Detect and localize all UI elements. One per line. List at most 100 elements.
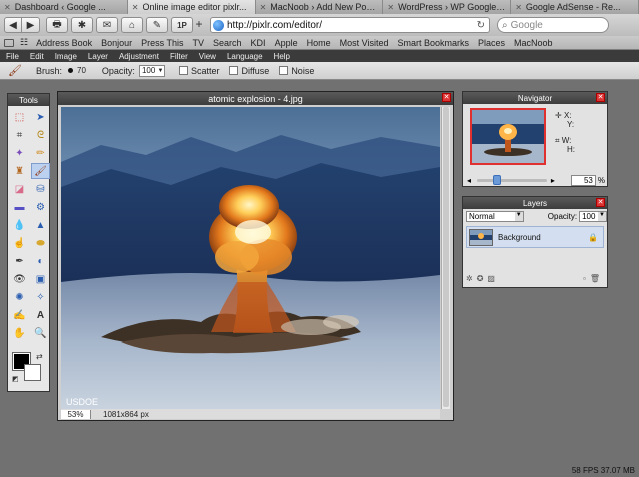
- dodge-tool-icon[interactable]: ✒: [10, 253, 29, 269]
- clone-stamp-tool-icon[interactable]: ⚙: [31, 199, 50, 215]
- browser-tab[interactable]: ✕ MacNoob › Add New Post...: [255, 0, 384, 14]
- default-colors-icon[interactable]: ◩: [12, 375, 19, 383]
- layer-opacity-select[interactable]: 100 ▼: [579, 211, 607, 222]
- browser-tab[interactable]: ✕ Google AdSense - Re...: [511, 0, 639, 14]
- browser-tab[interactable]: ✕ Dashboard ‹ Google ...: [0, 0, 128, 14]
- search-input[interactable]: ⌕ Google: [497, 17, 609, 33]
- zoom-in-icon[interactable]: ▸: [551, 176, 555, 185]
- bookmark-press-this[interactable]: Press This: [141, 38, 183, 48]
- forward-icon[interactable]: ▶: [22, 17, 40, 33]
- zoom-input[interactable]: 53: [570, 174, 596, 186]
- blur-tool-icon[interactable]: 💧: [10, 217, 29, 233]
- bookmark-macnoob[interactable]: MacNoob: [514, 38, 553, 48]
- bookmark-tv[interactable]: TV: [193, 38, 205, 48]
- settings-icon[interactable]: ✱: [71, 17, 93, 33]
- tab-close-icon[interactable]: ✕: [132, 3, 139, 12]
- crop-tool-icon[interactable]: ⌗: [10, 127, 29, 143]
- tab-close-icon[interactable]: ✕: [515, 3, 522, 12]
- layer-styles-icon[interactable]: ✲: [466, 274, 473, 283]
- menu-view[interactable]: View: [199, 52, 216, 61]
- gradient-tool-icon[interactable]: ▬: [10, 199, 29, 215]
- 1password-icon[interactable]: 1P: [171, 17, 193, 33]
- pinch-tool-icon[interactable]: ✧: [31, 289, 50, 305]
- wand-tool-icon[interactable]: ✦: [10, 145, 29, 161]
- print-icon[interactable]: 🖶: [46, 17, 68, 33]
- zoom-readout[interactable]: 53%: [61, 409, 91, 419]
- menu-help[interactable]: Help: [274, 52, 290, 61]
- home-icon[interactable]: ⌂: [121, 17, 143, 33]
- background-color-swatch[interactable]: [24, 364, 41, 381]
- edit-icon[interactable]: ✎: [146, 17, 168, 33]
- bookmark-smart-bookmarks[interactable]: Smart Bookmarks: [397, 38, 469, 48]
- menu-edit[interactable]: Edit: [30, 52, 44, 61]
- bookmark-places[interactable]: Places: [478, 38, 505, 48]
- opacity-select[interactable]: 100 ▼: [138, 64, 165, 77]
- tab-close-icon[interactable]: ✕: [260, 3, 267, 12]
- zoom-slider-thumb[interactable]: [493, 174, 502, 185]
- browser-tab-active[interactable]: ✕ Online image editor pixlr...: [127, 0, 256, 14]
- layer-adjust-icon[interactable]: ▨: [487, 274, 495, 283]
- mail-icon[interactable]: ✉: [96, 17, 118, 33]
- text-tool-icon[interactable]: A: [31, 307, 50, 323]
- spot-heal-tool-icon[interactable]: ▣: [31, 271, 50, 287]
- zoom-out-icon[interactable]: ◂: [467, 176, 471, 185]
- layer-mask-icon[interactable]: ✪: [477, 274, 484, 283]
- menu-language[interactable]: Language: [227, 52, 263, 61]
- new-layer-icon[interactable]: ▫: [583, 274, 586, 283]
- scatter-checkbox[interactable]: [178, 66, 188, 75]
- blend-mode-select[interactable]: Normal ▼: [466, 211, 524, 222]
- image-canvas[interactable]: USDOE: [61, 107, 440, 409]
- close-icon[interactable]: ✕: [442, 93, 451, 102]
- noise-checkbox[interactable]: [279, 66, 289, 75]
- menu-filter[interactable]: Filter: [170, 52, 188, 61]
- stamp-tool-icon[interactable]: ♜: [10, 163, 29, 179]
- menu-image[interactable]: Image: [55, 52, 77, 61]
- sharpen-tool-icon[interactable]: ▲: [31, 217, 50, 233]
- diffuse-checkbox[interactable]: [229, 66, 239, 75]
- layer-item[interactable]: Background 🔒: [466, 226, 604, 248]
- bookmark-apple[interactable]: Apple: [275, 38, 298, 48]
- bookmark-search[interactable]: Search: [213, 38, 242, 48]
- marquee-tool-icon[interactable]: ⬚: [10, 109, 29, 125]
- bookmark-bonjour[interactable]: Bonjour: [101, 38, 132, 48]
- zoom-slider[interactable]: [477, 174, 547, 185]
- pencil-tool-icon[interactable]: ✏: [31, 145, 50, 161]
- menu-adjustment[interactable]: Adjustment: [119, 52, 159, 61]
- swap-colors-icon[interactable]: ⇄: [36, 352, 43, 361]
- address-bar[interactable]: http://pixlr.com/editor/ ↻: [210, 17, 490, 33]
- menu-file[interactable]: File: [6, 52, 19, 61]
- red-eye-tool-icon[interactable]: 👁: [10, 271, 29, 287]
- tab-close-icon[interactable]: ✕: [4, 3, 11, 12]
- bloat-tool-icon[interactable]: ✺: [10, 289, 29, 305]
- refresh-icon[interactable]: ↻: [477, 20, 485, 31]
- brush-tool-icon[interactable]: 🖌: [31, 163, 50, 179]
- bookmarks-book-icon[interactable]: [4, 38, 14, 47]
- back-icon[interactable]: ◀: [4, 17, 22, 33]
- close-icon[interactable]: ✕: [596, 198, 605, 207]
- delete-layer-icon[interactable]: 🗑: [590, 274, 600, 283]
- zoom-tool-icon[interactable]: 🔍: [31, 325, 50, 341]
- move-tool-icon[interactable]: ➤: [31, 109, 50, 125]
- bookmark-address-book[interactable]: Address Book: [36, 38, 92, 48]
- sponge-tool-icon[interactable]: ⬬: [31, 235, 50, 251]
- tab-close-icon[interactable]: ✕: [387, 3, 394, 12]
- vertical-scrollbar[interactable]: [441, 107, 450, 409]
- menu-layer[interactable]: Layer: [88, 52, 108, 61]
- smudge-tool-icon[interactable]: ☝: [10, 235, 29, 251]
- eraser-tool-icon[interactable]: ◪: [10, 181, 29, 197]
- new-tab-icon[interactable]: +: [192, 18, 206, 32]
- navigator-thumbnail[interactable]: [470, 108, 546, 165]
- brush-preview-icon[interactable]: [68, 68, 74, 73]
- bookmark-most-visited[interactable]: Most Visited: [340, 38, 389, 48]
- close-icon[interactable]: ✕: [596, 93, 605, 102]
- bookmark-kdi[interactable]: KDI: [251, 38, 266, 48]
- browser-tab[interactable]: ✕ WordPress › WP Google A...: [383, 0, 512, 14]
- lasso-tool-icon[interactable]: ᘓ: [31, 127, 50, 143]
- paint-bucket-tool-icon[interactable]: ⛁: [31, 181, 50, 197]
- color-picker-tool-icon[interactable]: ✍: [10, 307, 29, 323]
- bookmark-home[interactable]: Home: [307, 38, 331, 48]
- burn-tool-icon[interactable]: ◐: [31, 253, 50, 269]
- hand-tool-icon[interactable]: ✋: [10, 325, 29, 341]
- top-sites-icon[interactable]: ☷: [20, 37, 28, 48]
- brush-size[interactable]: 70: [77, 66, 86, 75]
